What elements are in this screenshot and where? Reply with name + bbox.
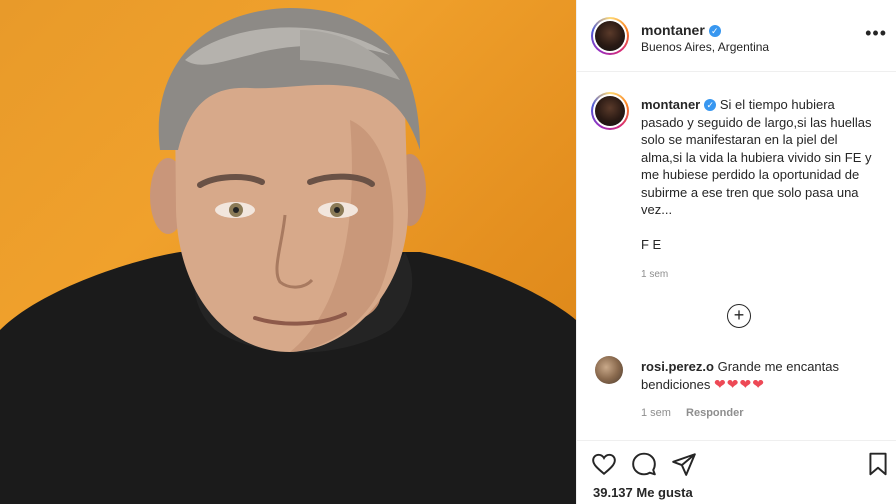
commenter-avatar[interactable] xyxy=(595,356,623,384)
comment: rosi.perez.o Grande me encantas bendicio… xyxy=(641,358,881,393)
portrait-illustration xyxy=(0,8,576,504)
post-header: montaner ✓ Buenos Aires, Argentina ••• xyxy=(577,0,896,72)
verified-badge-icon: ✓ xyxy=(704,99,717,111)
heart-emojis: ❤❤❤❤ xyxy=(714,375,765,392)
caption-text: Si el tiempo hubiera pasado y seguido de… xyxy=(641,97,872,252)
reply-button[interactable]: Responder xyxy=(686,407,743,419)
heart-icon[interactable] xyxy=(591,451,617,477)
post-photo[interactable] xyxy=(0,0,576,504)
likes-count[interactable]: 39.137 Me gusta xyxy=(593,485,693,500)
comment-time[interactable]: 1 sem xyxy=(641,407,671,419)
comment-meta: 1 sem Responder xyxy=(641,407,756,419)
author-avatar[interactable] xyxy=(591,17,629,55)
action-bar: 39.137 Me gusta xyxy=(577,440,896,504)
post-sidebar: montaner ✓ Buenos Aires, Argentina ••• mo… xyxy=(576,0,896,504)
post-location[interactable]: Buenos Aires, Argentina xyxy=(641,40,769,54)
caption-avatar[interactable] xyxy=(591,92,629,130)
post-caption: montaner ✓ Si el tiempo hubiera pasado y … xyxy=(641,96,881,283)
caption-time[interactable]: 1 sem xyxy=(641,266,881,284)
comment-icon[interactable] xyxy=(631,451,657,477)
verified-badge-icon: ✓ xyxy=(708,25,721,37)
commenter-username[interactable]: rosi.perez.o xyxy=(641,359,714,374)
author-username[interactable]: montaner ✓ xyxy=(641,22,721,38)
share-icon[interactable] xyxy=(671,451,697,477)
add-comment-icon[interactable]: + xyxy=(727,304,751,328)
bookmark-icon[interactable] xyxy=(865,451,891,477)
caption-username[interactable]: montaner xyxy=(641,97,700,112)
more-options-icon[interactable]: ••• xyxy=(865,24,887,42)
